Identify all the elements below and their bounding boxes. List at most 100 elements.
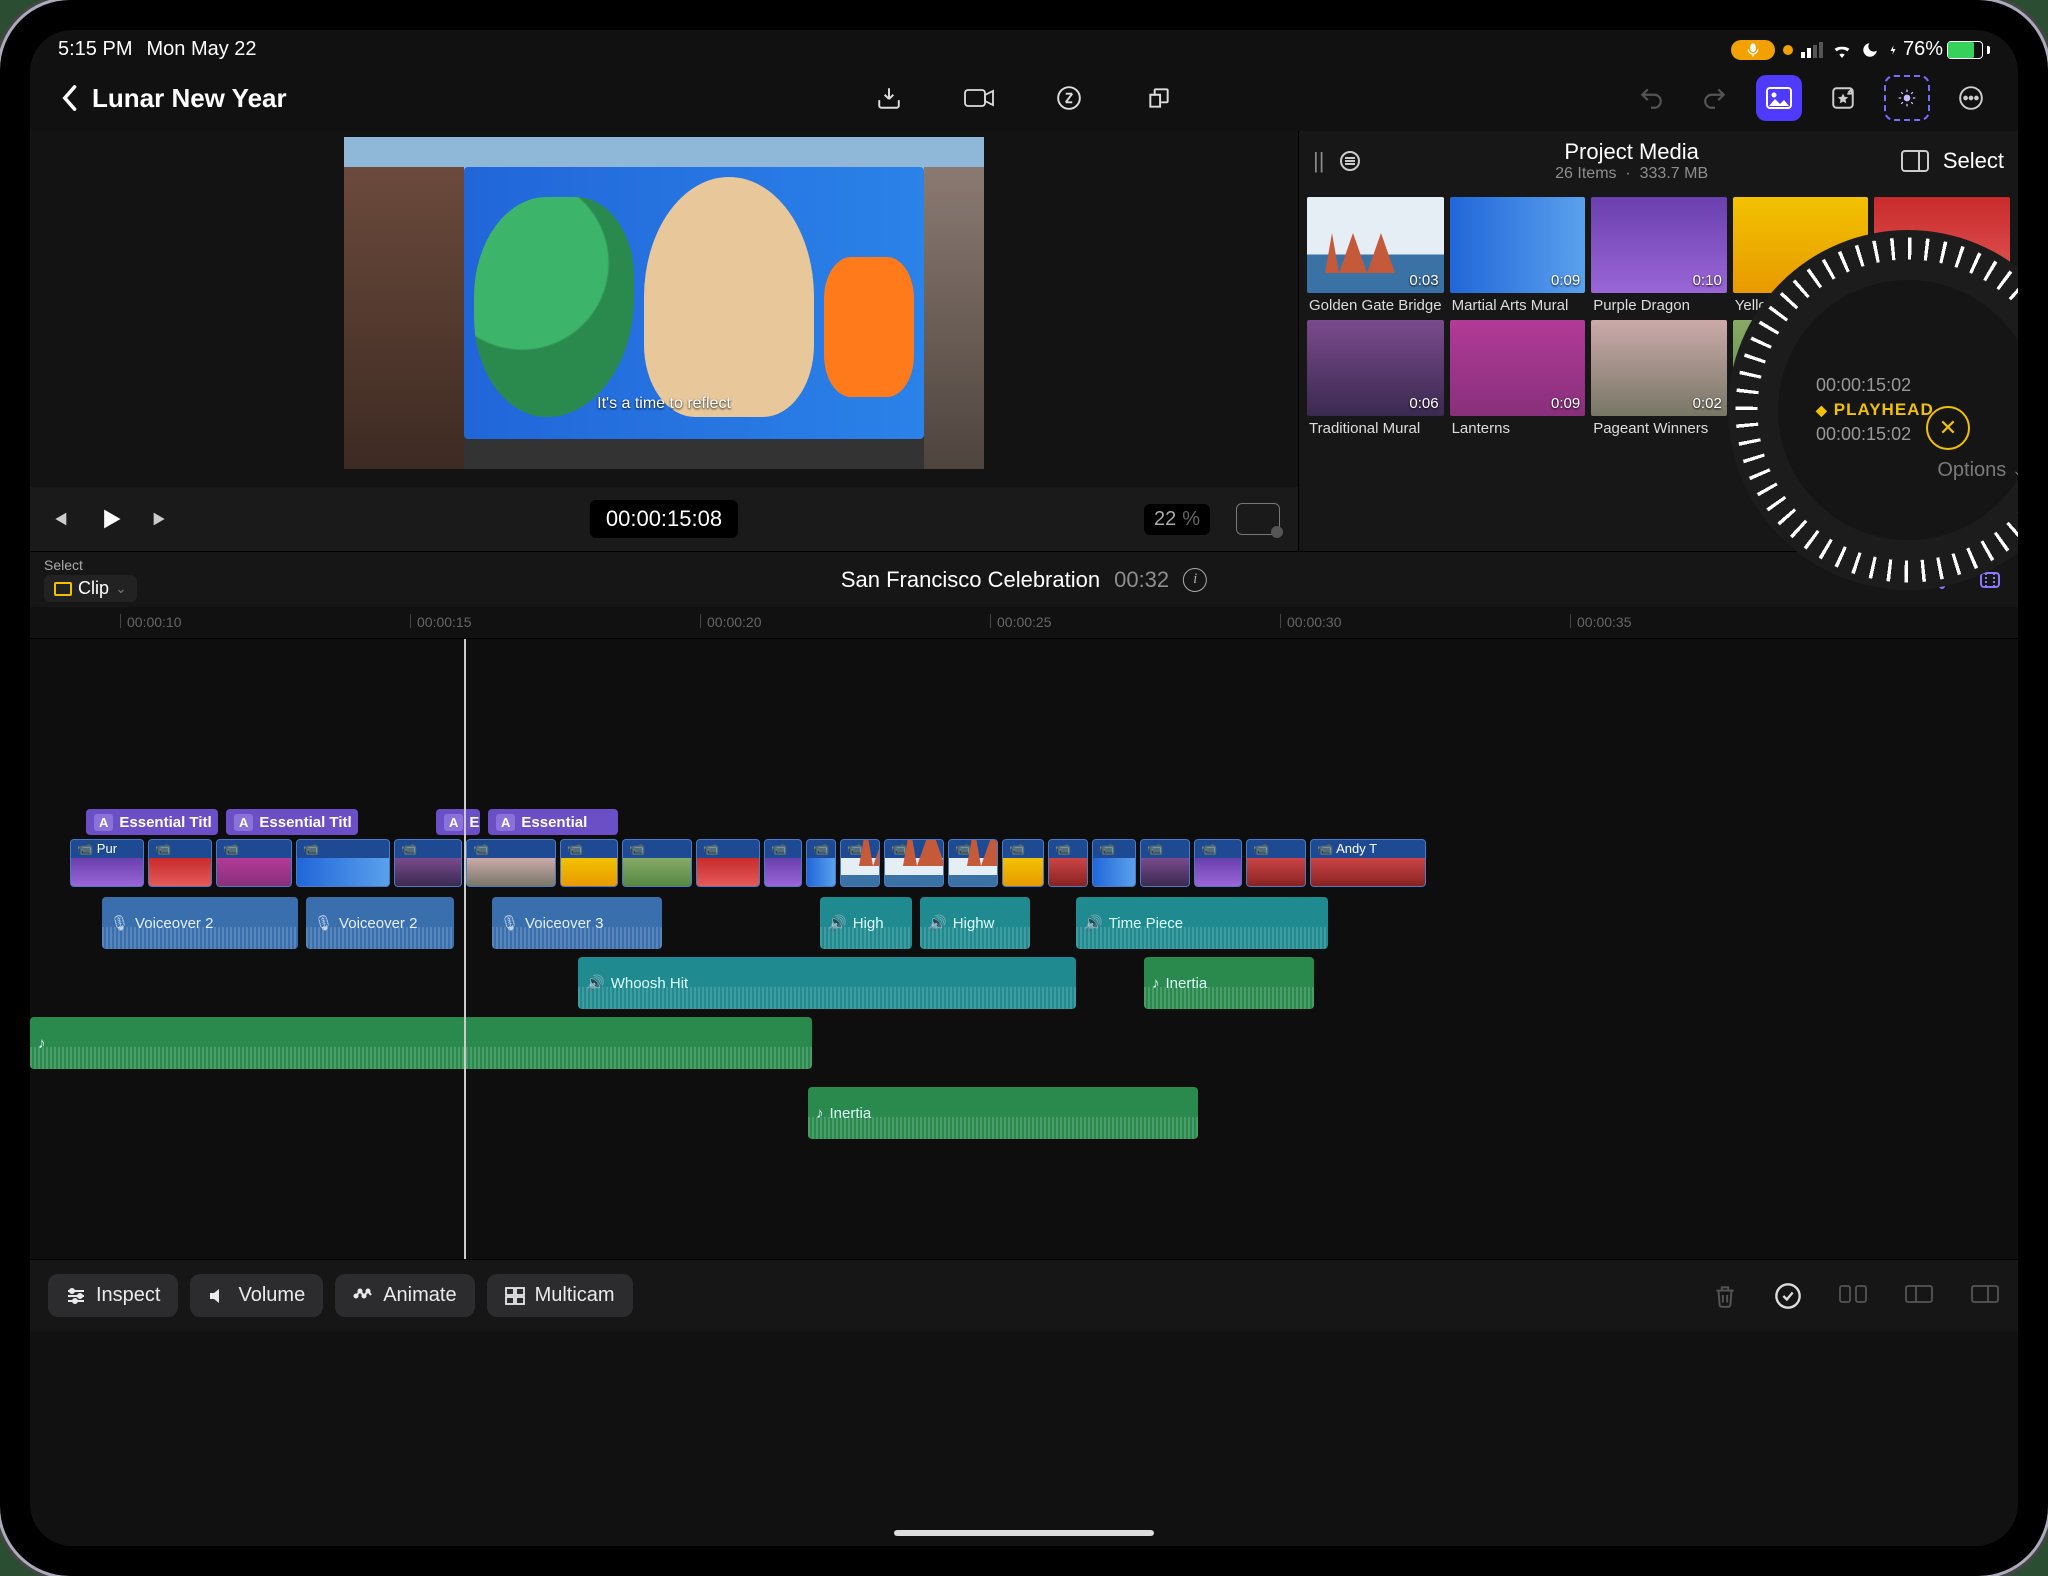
video-clip[interactable]: 📹 bbox=[466, 839, 556, 887]
jog-options-button[interactable]: Options ⌄ bbox=[1937, 459, 2018, 482]
media-browser-button[interactable] bbox=[1756, 75, 1802, 121]
next-frame-button[interactable] bbox=[150, 508, 172, 530]
media-select-button[interactable]: Select bbox=[1943, 148, 2004, 174]
video-clip[interactable]: 📹 bbox=[216, 839, 292, 887]
video-clip[interactable]: 📹 bbox=[840, 839, 880, 887]
bottom-toolbar: Inspect Volume Animate Multicam bbox=[30, 1259, 2018, 1331]
video-clip[interactable]: 📹 bbox=[1246, 839, 1306, 887]
video-clip[interactable]: 📹 bbox=[948, 839, 998, 887]
media-item[interactable]: 0:06Traditional Mural bbox=[1307, 320, 1444, 437]
view-options-button[interactable] bbox=[1236, 503, 1280, 535]
volume-button[interactable]: Volume bbox=[190, 1274, 323, 1317]
video-clip[interactable]: 📹 bbox=[884, 839, 944, 887]
import-button[interactable] bbox=[866, 75, 912, 121]
video-clip[interactable]: 📹 bbox=[560, 839, 618, 887]
share-button[interactable] bbox=[1136, 75, 1182, 121]
trim-end-button[interactable] bbox=[1970, 1282, 2000, 1310]
audio-clip[interactable]: Inertia bbox=[1144, 957, 1314, 1009]
title-clip[interactable]: Essential Titl bbox=[226, 809, 358, 835]
ruler-mark: 00:00:35 bbox=[1570, 614, 1632, 628]
inspect-button[interactable]: Inspect bbox=[48, 1274, 178, 1317]
undo-button[interactable] bbox=[1628, 75, 1674, 121]
jog-timecode-bottom: 00:00:15:02 bbox=[1816, 424, 1911, 445]
prev-frame-button[interactable] bbox=[48, 508, 70, 530]
ruler-mark: 00:00:20 bbox=[700, 614, 762, 628]
media-panel-title: Project Media bbox=[1376, 139, 1886, 165]
jog-timecode-top: 00:00:15:02 bbox=[1816, 375, 1911, 396]
status-time: 5:15 PM bbox=[58, 38, 132, 61]
split-button[interactable] bbox=[1838, 1282, 1868, 1310]
media-item[interactable]: 0:09Martial Arts Mural bbox=[1450, 197, 1586, 314]
title-clip[interactable]: Essential Titl bbox=[86, 809, 218, 835]
audio-clip[interactable]: 🎙Voiceover 3 bbox=[492, 897, 662, 949]
live-drawing-button[interactable] bbox=[1884, 75, 1930, 121]
media-item[interactable]: 0:09Lanterns bbox=[1450, 320, 1586, 437]
video-clip[interactable]: 📹 bbox=[1140, 839, 1190, 887]
video-clip[interactable]: 📹 bbox=[1002, 839, 1044, 887]
video-clip[interactable]: 📹 Pur bbox=[70, 839, 144, 887]
ruler-mark: 00:00:25 bbox=[990, 614, 1052, 628]
video-clip[interactable]: 📹 bbox=[1194, 839, 1242, 887]
viewer-canvas[interactable]: It's a time to reflect bbox=[344, 137, 984, 469]
back-button[interactable] bbox=[54, 84, 92, 112]
audio-clip[interactable]: Inertia bbox=[808, 1087, 1198, 1139]
video-clip[interactable]: 📹 Andy T bbox=[1310, 839, 1426, 887]
jog-close-button[interactable]: ✕ bbox=[1926, 406, 1970, 450]
storyline-title: San Francisco Celebration bbox=[841, 567, 1100, 593]
media-item[interactable]: 0:03Golden Gate Bridge bbox=[1307, 197, 1444, 314]
storyline-info-button[interactable]: i bbox=[1183, 568, 1207, 592]
redo-button[interactable] bbox=[1692, 75, 1738, 121]
title-clip[interactable]: Essential bbox=[488, 809, 618, 835]
home-indicator[interactable] bbox=[894, 1530, 1154, 1536]
recording-indicator-icon bbox=[1731, 40, 1775, 60]
video-clip[interactable]: 📹 bbox=[622, 839, 692, 887]
title-clip[interactable]: Es bbox=[436, 809, 480, 835]
privacy-dot-icon bbox=[1783, 45, 1793, 55]
video-clip[interactable]: 📹 bbox=[764, 839, 802, 887]
browser-list-button[interactable] bbox=[1338, 149, 1362, 173]
viewer-caption: It's a time to reflect bbox=[597, 395, 731, 413]
zoom-percent[interactable]: 22% bbox=[1144, 504, 1210, 535]
video-clip[interactable]: 📹 bbox=[806, 839, 836, 887]
audio-clip[interactable]: 🔊Time Piece bbox=[1076, 897, 1328, 949]
timeline-body[interactable]: Essential TitlEssential TitlEsEssential📹… bbox=[30, 639, 2018, 1259]
audio-clip[interactable]: 🎙Voiceover 2 bbox=[306, 897, 454, 949]
browser-layout-button[interactable] bbox=[1901, 150, 1929, 172]
audio-clip[interactable] bbox=[30, 1017, 812, 1069]
status-right: 76% bbox=[1731, 38, 1990, 61]
video-clip[interactable]: 📹 bbox=[696, 839, 760, 887]
browser-collapse-button[interactable]: || bbox=[1313, 148, 1324, 174]
project-title: Lunar New Year bbox=[92, 83, 287, 114]
select-mode-picker[interactable]: Clip ⌄ bbox=[44, 575, 137, 602]
camera-button[interactable] bbox=[956, 75, 1002, 121]
audio-clip[interactable]: 🔊Highw bbox=[920, 897, 1030, 949]
audio-clip[interactable]: 🎙Voiceover 2 bbox=[102, 897, 298, 949]
play-button[interactable] bbox=[96, 505, 124, 533]
ruler-mark: 00:00:30 bbox=[1280, 614, 1342, 628]
status-date: Mon May 22 bbox=[146, 38, 256, 61]
timeline-ruler[interactable]: 00:00:1000:00:1500:00:2000:00:2500:00:30… bbox=[30, 607, 2018, 639]
voiceover-button[interactable] bbox=[1046, 75, 1092, 121]
more-button[interactable] bbox=[1948, 75, 1994, 121]
video-clip[interactable]: 📹 bbox=[1048, 839, 1088, 887]
jog-mode-label[interactable]: PLAYHEAD bbox=[1816, 400, 1934, 420]
video-clip[interactable]: 📹 bbox=[148, 839, 212, 887]
enable-button[interactable] bbox=[1774, 1282, 1802, 1310]
video-clip[interactable]: 📹 bbox=[1092, 839, 1136, 887]
charging-icon bbox=[1887, 41, 1899, 59]
media-item[interactable]: 0:02Pageant Winners bbox=[1591, 320, 1727, 437]
content-browser-button[interactable] bbox=[1820, 75, 1866, 121]
audio-clip[interactable]: 🔊Whoosh Hit bbox=[578, 957, 1076, 1009]
playhead[interactable] bbox=[464, 639, 466, 1259]
trim-start-button[interactable] bbox=[1904, 1282, 1934, 1310]
viewer-panel: It's a time to reflect 00:00:15:08 22% bbox=[30, 131, 1298, 551]
audio-clip[interactable]: 🔊High bbox=[820, 897, 912, 949]
media-item[interactable]: 0:10Purple Dragon bbox=[1591, 197, 1727, 314]
wifi-icon bbox=[1831, 42, 1853, 58]
multicam-button[interactable]: Multicam bbox=[487, 1274, 633, 1317]
video-clip[interactable]: 📹 bbox=[296, 839, 390, 887]
animate-button[interactable]: Animate bbox=[335, 1274, 474, 1317]
delete-button[interactable] bbox=[1712, 1282, 1738, 1310]
timecode-display[interactable]: 00:00:15:08 bbox=[590, 500, 738, 538]
video-clip[interactable]: 📹 bbox=[394, 839, 462, 887]
